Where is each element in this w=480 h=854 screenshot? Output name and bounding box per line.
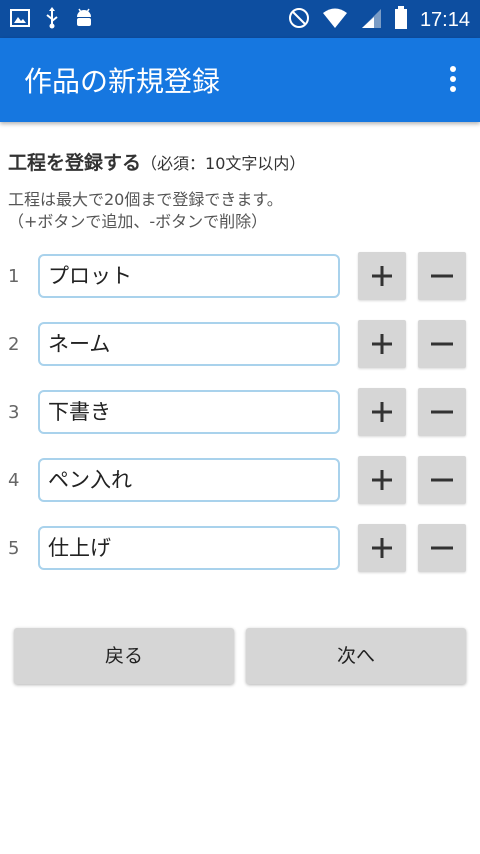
step-number: 4 [8,470,20,491]
add-step-button[interactable] [358,252,406,300]
usb-icon [44,7,60,33]
wifi-icon [322,7,348,33]
step-row: 5 仕上げ [0,524,480,574]
step-number: 2 [8,334,20,355]
remove-step-button[interactable] [418,524,466,572]
app-title: 作品の新規登録 [24,65,221,98]
add-step-button[interactable] [358,524,406,572]
minus-icon [431,274,453,278]
step-input[interactable]: 仕上げ [38,526,340,570]
step-row: 2 ネーム [0,320,480,370]
signal-icon [360,7,382,33]
step-input[interactable]: ペン入れ [38,458,340,502]
app-bar: 作品の新規登録 [0,38,480,122]
back-button[interactable]: 戻る [14,628,234,684]
plus-icon [372,266,392,286]
image-icon [10,8,30,32]
next-button[interactable]: 次へ [246,628,466,684]
section-note: （必須：10文字以内） [141,154,306,173]
plus-icon [372,470,392,490]
minus-icon [431,546,453,550]
step-number: 1 [8,266,20,287]
step-number: 5 [8,538,20,559]
description-line-2: （+ボタンで追加、-ボタンで削除） [8,212,268,231]
section-title-text: 工程を登録する [8,152,142,174]
add-step-button[interactable] [358,388,406,436]
plus-icon [372,402,392,422]
step-row: 1 プロット [0,252,480,302]
step-input[interactable]: 下書き [38,390,340,434]
description-line-1: 工程は最大で20個まで登録できます。 [8,190,283,209]
step-row: 3 下書き [0,388,480,438]
remove-step-button[interactable] [418,456,466,504]
android-icon [74,7,94,33]
add-step-button[interactable] [358,456,406,504]
do-not-disturb-icon [288,7,310,33]
add-step-button[interactable] [358,320,406,368]
battery-icon [394,6,408,34]
more-vert-icon[interactable] [448,66,458,96]
step-number: 3 [8,402,20,423]
minus-icon [431,478,453,482]
remove-step-button[interactable] [418,320,466,368]
minus-icon [431,342,453,346]
step-row: 4 ペン入れ [0,456,480,506]
remove-step-button[interactable] [418,252,466,300]
step-input[interactable]: ネーム [38,322,340,366]
minus-icon [431,410,453,414]
step-input[interactable]: プロット [38,254,340,298]
section-title: 工程を登録する（必須：10文字以内） [8,148,305,175]
clock: 17:14 [419,8,470,31]
status-bar: 17:14 [0,0,480,38]
remove-step-button[interactable] [418,388,466,436]
plus-icon [372,538,392,558]
plus-icon [372,334,392,354]
